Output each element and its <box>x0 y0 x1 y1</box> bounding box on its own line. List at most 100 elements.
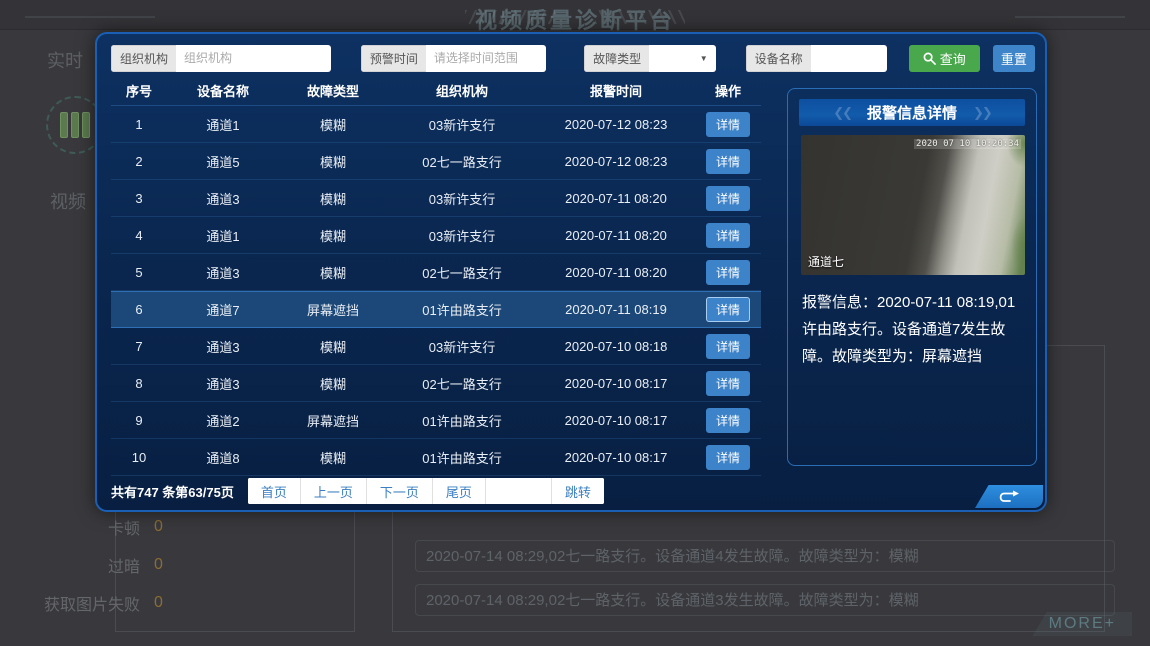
table-row[interactable]: 10 通道8 模糊 01许由路支行 2020-07-10 08:17 详情 <box>111 439 761 476</box>
cell-fault: 模糊 <box>279 337 387 356</box>
page-jump-button[interactable]: 跳转 <box>552 478 604 504</box>
time-filter-input[interactable] <box>426 45 546 72</box>
cell-time: 2020-07-10 08:17 <box>537 376 695 391</box>
cell-time: 2020-07-11 08:20 <box>537 228 695 243</box>
prev-page-button[interactable]: 上一页 <box>301 478 367 504</box>
org-filter-input[interactable] <box>176 45 331 72</box>
time-filter: 预警时间 <box>361 45 546 72</box>
col-header-no: 序号 <box>111 81 167 100</box>
cell-device: 通道3 <box>167 263 279 282</box>
detail-button[interactable]: 详情 <box>706 408 750 433</box>
col-header-org: 组织机构 <box>387 81 537 100</box>
detail-button[interactable]: 详情 <box>706 149 750 174</box>
fault-type-select[interactable]: ▼ <box>649 45 716 72</box>
device-name-label: 设备名称 <box>746 45 811 72</box>
alarm-ticker-item: 2020-07-14 08:29,02七一路支行。设备通道3发生故障。故障类型为… <box>415 584 1115 616</box>
alarm-ticker-item: 2020-07-14 08:29,02七一路支行。设备通道4发生故障。故障类型为… <box>415 540 1115 572</box>
stat-row: 获取图片失败 0 <box>40 591 170 615</box>
table-header-row: 序号 设备名称 故障类型 组织机构 报警时间 操作 <box>111 76 761 106</box>
cell-no: 6 <box>111 302 167 317</box>
detail-button[interactable]: 详情 <box>706 186 750 211</box>
table-row[interactable]: 7 通道3 模糊 03新许支行 2020-07-10 08:18 详情 <box>111 328 761 365</box>
chevron-down-icon: ▼ <box>700 54 708 63</box>
detail-button[interactable]: 详情 <box>706 371 750 396</box>
table-row[interactable]: 9 通道2 屏幕遮挡 01许由路支行 2020-07-10 08:17 详情 <box>111 402 761 439</box>
filter-bar: 组织机构 预警时间 故障类型 ▼ 设备名称 <box>111 44 1035 72</box>
detail-panel-title-bar: ❮❮ 报警信息详情 ❯❯ <box>799 99 1025 126</box>
cell-no: 5 <box>111 265 167 280</box>
last-page-button[interactable]: 尾页 <box>433 478 486 504</box>
cell-no: 2 <box>111 154 167 169</box>
camera-snapshot: 2020 07 10 10:20:34 通道七 <box>801 135 1025 275</box>
camera-channel-label: 通道七 <box>808 253 844 270</box>
col-header-device: 设备名称 <box>167 81 279 100</box>
first-page-button[interactable]: 首页 <box>248 478 301 504</box>
table-row[interactable]: 3 通道3 模糊 03新许支行 2020-07-11 08:20 详情 <box>111 180 761 217</box>
more-button[interactable]: MORE+ <box>1033 612 1132 636</box>
col-header-time: 报警时间 <box>537 81 695 100</box>
table-row[interactable]: 5 通道3 模糊 02七一路支行 2020-07-11 08:20 详情 <box>111 254 761 291</box>
cell-no: 3 <box>111 191 167 206</box>
detail-button[interactable]: 详情 <box>706 334 750 359</box>
cell-no: 4 <box>111 228 167 243</box>
cell-fault: 模糊 <box>279 374 387 393</box>
cell-time: 2020-07-11 08:20 <box>537 191 695 206</box>
detail-button[interactable]: 详情 <box>706 223 750 248</box>
detail-panel-title: 报警信息详情 <box>867 102 957 123</box>
cell-no: 1 <box>111 117 167 132</box>
cell-device: 通道1 <box>167 226 279 245</box>
cell-device: 通道1 <box>167 115 279 134</box>
cell-org: 01许由路支行 <box>387 448 537 467</box>
cell-fault: 模糊 <box>279 448 387 467</box>
stat-label: 卡顿 <box>40 515 140 539</box>
table-row[interactable]: 6 通道7 屏幕遮挡 01许由路支行 2020-07-11 08:19 详情 <box>111 291 761 328</box>
return-arrow-icon <box>996 490 1022 504</box>
chevron-right-decor-icon: ❯❯ <box>973 105 991 121</box>
stat-value: 0 <box>154 594 170 612</box>
cell-device: 通道8 <box>167 448 279 467</box>
stat-row: 卡顿 0 <box>40 515 170 539</box>
return-button[interactable] <box>975 485 1043 508</box>
cell-fault: 模糊 <box>279 115 387 134</box>
cell-org: 02七一路支行 <box>387 263 537 282</box>
next-page-button[interactable]: 下一页 <box>367 478 433 504</box>
cell-org: 02七一路支行 <box>387 152 537 171</box>
alarm-table: 序号 设备名称 故障类型 组织机构 报警时间 操作 1 通道1 模糊 03新许支… <box>111 76 761 476</box>
chevron-left-decor-icon: ❮❮ <box>833 105 851 121</box>
pagination-controls: 首页 上一页 下一页 尾页 跳转 <box>248 478 604 504</box>
cell-time: 2020-07-12 08:23 <box>537 117 695 132</box>
bg-panel-title-video: 视频 <box>50 188 86 214</box>
cell-device: 通道2 <box>167 411 279 430</box>
table-row[interactable]: 4 通道1 模糊 03新许支行 2020-07-11 08:20 详情 <box>111 217 761 254</box>
stat-label: 获取图片失败 <box>40 591 140 615</box>
reset-button[interactable]: 重置 <box>993 45 1035 72</box>
cell-org: 01许由路支行 <box>387 300 537 319</box>
cell-fault: 模糊 <box>279 152 387 171</box>
cell-org: 03新许支行 <box>387 115 537 134</box>
bg-panel-title-realtime: 实时 <box>47 47 83 73</box>
cell-no: 8 <box>111 376 167 391</box>
cell-time: 2020-07-10 08:17 <box>537 450 695 465</box>
cell-time: 2020-07-11 08:19 <box>537 302 695 317</box>
search-button[interactable]: 查询 <box>909 45 980 72</box>
device-name-input[interactable] <box>811 45 887 72</box>
cell-org: 03新许支行 <box>387 226 537 245</box>
cell-no: 7 <box>111 339 167 354</box>
app-root: 视频质量诊断平台 实时 视频 卡顿 0 过暗 0 获取图片失败 0 <box>0 0 1150 646</box>
org-filter: 组织机构 <box>111 45 331 72</box>
table-row[interactable]: 2 通道5 模糊 02七一路支行 2020-07-12 08:23 详情 <box>111 143 761 180</box>
detail-button[interactable]: 详情 <box>706 297 750 322</box>
table-row[interactable]: 1 通道1 模糊 03新许支行 2020-07-12 08:23 详情 <box>111 106 761 143</box>
detail-button[interactable]: 详情 <box>706 112 750 137</box>
search-button-label: 查询 <box>940 49 966 68</box>
cell-no: 9 <box>111 413 167 428</box>
org-filter-label: 组织机构 <box>111 45 176 72</box>
detail-button[interactable]: 详情 <box>706 445 750 470</box>
pagination: 共有747 条第63/75页 首页 上一页 下一页 尾页 跳转 <box>111 478 604 504</box>
cell-org: 02七一路支行 <box>387 374 537 393</box>
table-row[interactable]: 8 通道3 模糊 02七一路支行 2020-07-10 08:17 详情 <box>111 365 761 402</box>
cell-fault: 模糊 <box>279 263 387 282</box>
page-jump-input[interactable] <box>486 478 552 504</box>
alarm-list-modal: 组织机构 预警时间 故障类型 ▼ 设备名称 <box>95 32 1047 512</box>
detail-button[interactable]: 详情 <box>706 260 750 285</box>
